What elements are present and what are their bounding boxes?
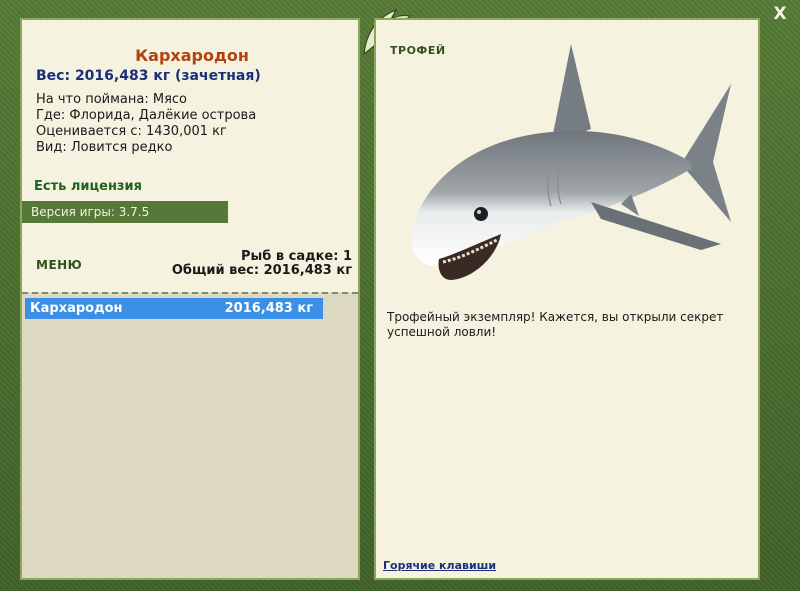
keepnet-total-weight: Общий вес: 2016,483 кг xyxy=(171,263,352,278)
rarity-info: Вид: Ловится редко xyxy=(36,140,173,155)
close-button[interactable]: X xyxy=(770,4,790,24)
catch-name: Кархародон xyxy=(30,301,123,316)
hotkeys-link[interactable]: Горячие клавиши xyxy=(383,559,496,572)
shark-image xyxy=(410,44,731,280)
fish-info-panel: Кархародон Вес: 2016,483 кг (зачетная) Н… xyxy=(20,18,360,580)
catch-weight: 2016,483 кг xyxy=(224,301,313,316)
valuation-info: Оценивается с: 1430,001 кг xyxy=(36,124,227,139)
menu-button[interactable]: МЕНЮ xyxy=(36,258,82,272)
keepnet-list xyxy=(22,292,358,578)
location-info: Где: Флорида, Далёкие острова xyxy=(36,108,257,123)
bait-info: На что поймана: Мясо xyxy=(36,92,188,107)
keepnet-count: Рыб в садке: 1 xyxy=(240,249,352,264)
list-item[interactable]: Кархародон 2016,483 кг xyxy=(25,298,323,319)
license-status: Есть лицензия xyxy=(34,179,142,194)
trophy-panel: ТРОФЕЙ Трофейный экземпляр! Кажется, вы … xyxy=(374,18,760,580)
fish-weight: Вес: 2016,483 кг (зачетная) xyxy=(36,68,261,84)
version-bar: Версия игры: 3.7.5 xyxy=(22,201,228,223)
fish-name: Кархародон xyxy=(135,46,249,65)
trophy-description: Трофейный экземпляр! Кажется, вы открыли… xyxy=(387,310,724,339)
